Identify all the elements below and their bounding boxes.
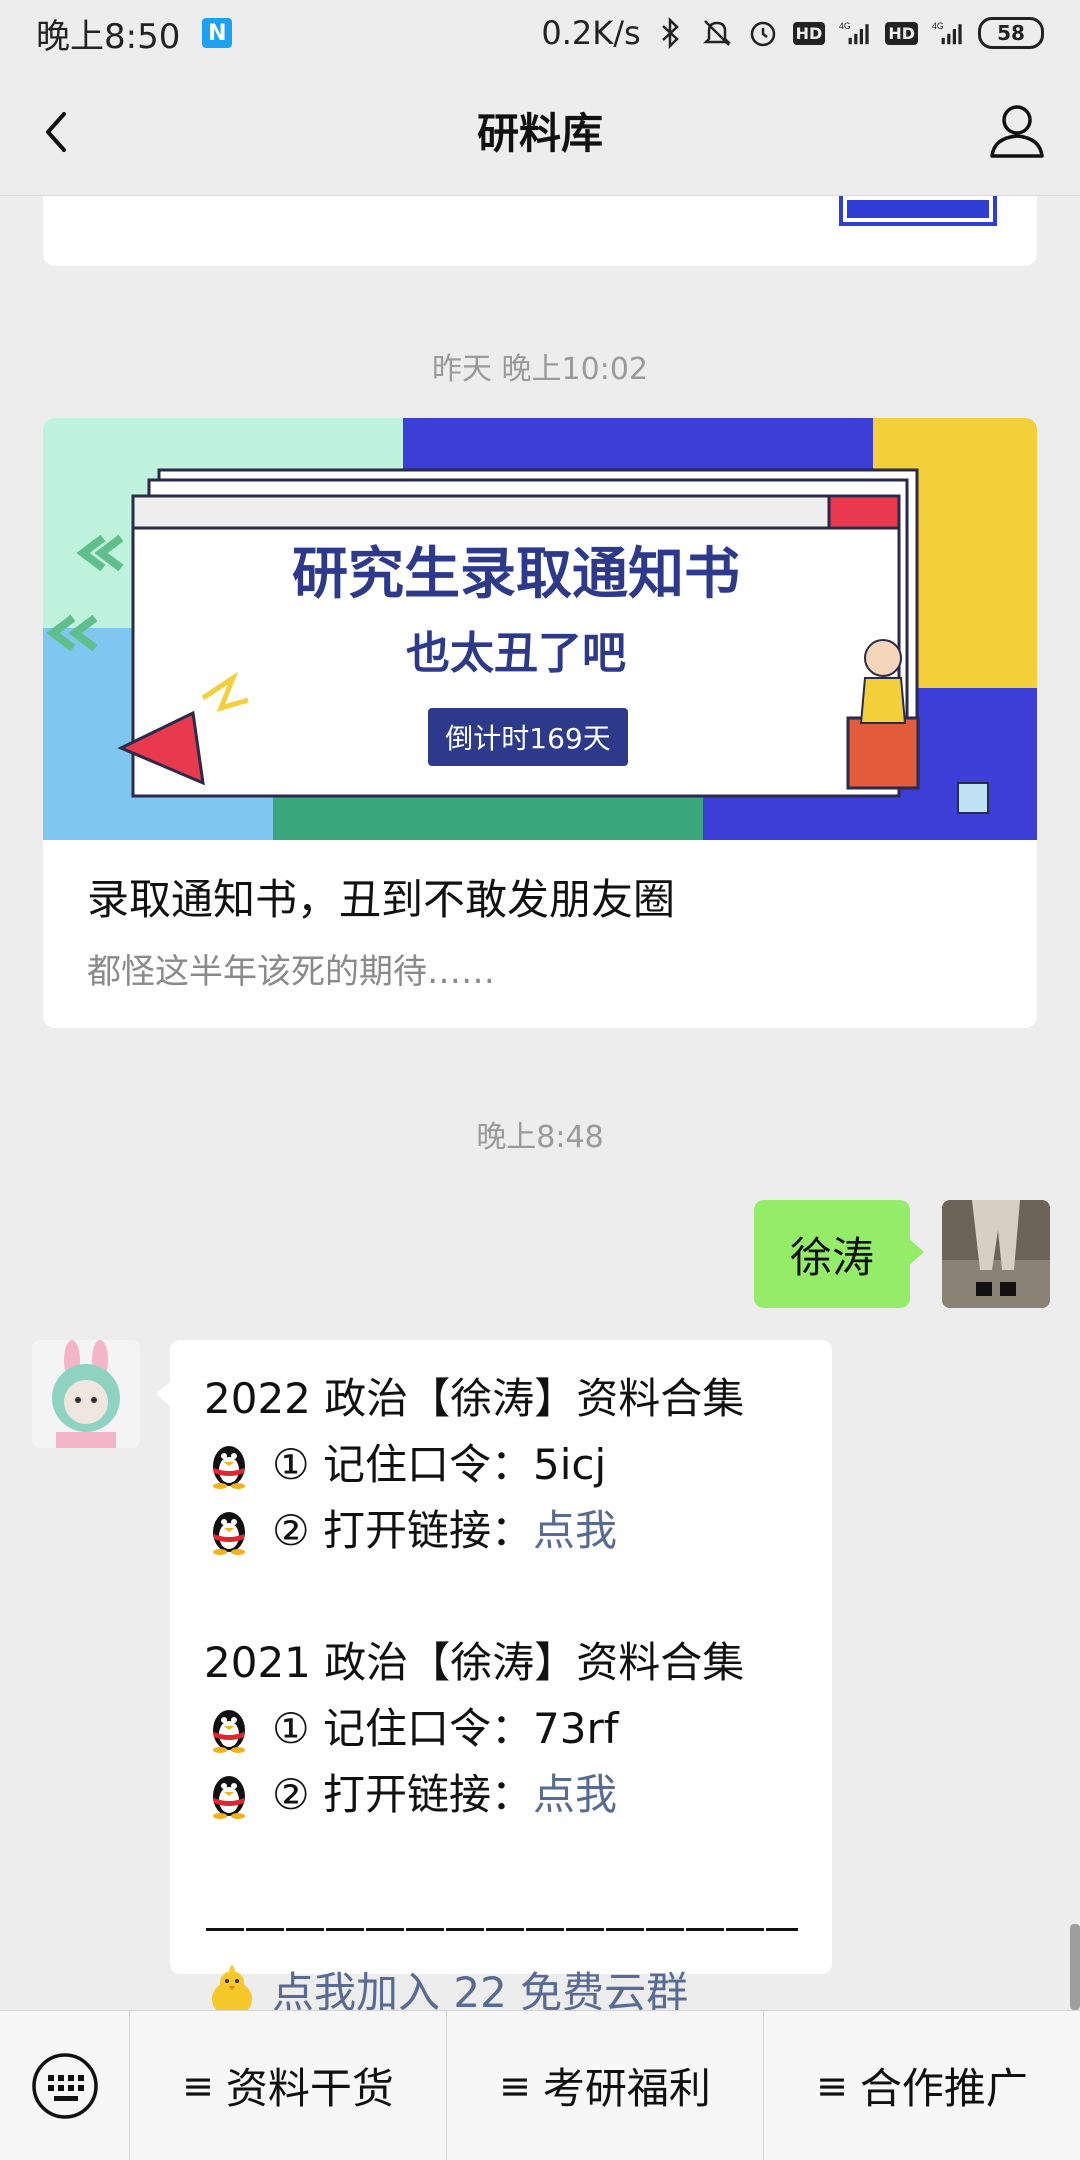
menu-item-resources[interactable]: ≡ 资料干货	[130, 2010, 447, 2160]
notification-n-icon: N	[202, 18, 233, 48]
alarm-icon	[747, 17, 779, 49]
previous-article-card[interactable]	[43, 196, 1037, 266]
reply-line-1: 2022 政治【徐涛】资料合集	[204, 1374, 745, 1423]
my-message-bubble[interactable]: 徐涛	[754, 1200, 924, 1308]
reply-line-2-label: ① 记住口令：	[272, 1440, 534, 1489]
keyboard-toggle-button[interactable]	[0, 2010, 130, 2160]
svg-text:4G: 4G	[932, 21, 944, 31]
menu-item-benefits[interactable]: ≡ 考研福利	[447, 2010, 764, 2160]
join-group-link[interactable]: 点我加入 22 免费云群	[272, 1960, 688, 2010]
profile-icon[interactable]	[984, 98, 1050, 164]
menu-list-icon: ≡	[499, 2063, 531, 2108]
official-account-avatar[interactable]	[32, 1340, 140, 1448]
bluetooth-icon	[655, 17, 687, 49]
hd-badge-2: HD	[885, 21, 918, 45]
banner-title: 研究生录取通知书	[292, 542, 740, 607]
net-speed: 0.2K/s	[541, 14, 641, 52]
previous-article-thumbnail	[839, 196, 997, 226]
scrollbar[interactable]	[1070, 1924, 1080, 2010]
penguin-icon	[213, 1512, 245, 1555]
menu-item-partnership[interactable]: ≡ 合作推广	[764, 2011, 1080, 2160]
passcode-2022: 5icj	[533, 1440, 607, 1489]
chat-area[interactable]: 昨天 晚上10:02 研究生录取通知书 也太丑了吧 倒计时169天 录取通知书，…	[0, 196, 1080, 2010]
menu-item-label: 合作推广	[859, 2064, 1028, 2113]
back-arrow-icon[interactable]	[30, 102, 90, 162]
open-link-2022[interactable]: 点我	[533, 1498, 617, 1564]
bottom-menu: ≡ 资料干货 ≡ 考研福利 ≡ 合作推广	[0, 2010, 1080, 2160]
open-link-2021[interactable]: 点我	[533, 1762, 617, 1828]
menu-item-label: 考研福利	[542, 2064, 711, 2113]
banner-badge: 倒计时169天	[445, 722, 610, 755]
reply-message-bubble[interactable]: 2022 政治【徐涛】资料合集 ① 记住口令： 5icj ② 打开链接： 点我 …	[156, 1340, 832, 2010]
nav-bar: 研料库	[0, 66, 1080, 196]
status-bar: 晚上8:50 N 0.2K/s HD 4G HD 4G 58	[0, 0, 1080, 66]
penguin-icon	[213, 1776, 245, 1819]
article-banner-image: 研究生录取通知书 也太丑了吧 倒计时169天	[43, 418, 1037, 840]
timestamp: 昨天 晚上10:02	[432, 352, 648, 387]
keyboard-icon	[31, 2052, 98, 2119]
status-time: 晚上8:50	[36, 16, 181, 57]
mute-icon	[701, 17, 733, 49]
banner-subtitle: 也太丑了吧	[406, 628, 626, 679]
menu-list-icon: ≡	[816, 2063, 848, 2108]
battery-icon: 58	[978, 17, 1044, 49]
reply-line-3-label: ② 打开链接：	[272, 1506, 534, 1555]
reply-line-6-label: ① 记住口令：	[272, 1704, 534, 1753]
my-avatar[interactable]	[942, 1200, 1050, 1308]
divider-line: ————————————————————————————	[204, 1902, 798, 1951]
passcode-2021: 73rf	[533, 1704, 619, 1753]
menu-list-icon: ≡	[182, 2063, 214, 2108]
article-card[interactable]: 研究生录取通知书 也太丑了吧 倒计时169天 录取通知书，丑到不敢发朋友圈 都怪…	[43, 418, 1037, 1028]
penguin-icon	[213, 1710, 245, 1753]
chick-icon	[212, 1965, 252, 2010]
signal-icon: 4G	[839, 17, 871, 49]
penguin-icon	[213, 1446, 245, 1489]
article-description: 都怪这半年该死的期待……	[87, 952, 495, 992]
reply-line-5: 2021 政治【徐涛】资料合集	[204, 1638, 745, 1687]
hd-badge: HD	[792, 21, 826, 45]
svg-text:4G: 4G	[839, 21, 851, 31]
article-title: 录取通知书，丑到不敢发朋友圈	[87, 875, 676, 924]
signal-icon-2: 4G	[932, 17, 964, 49]
timestamp-2: 晚上8:48	[476, 1120, 604, 1155]
page-title: 研料库	[476, 109, 603, 158]
menu-item-label: 资料干货	[225, 2064, 394, 2113]
reply-line-7-label: ② 打开链接：	[272, 1770, 534, 1819]
